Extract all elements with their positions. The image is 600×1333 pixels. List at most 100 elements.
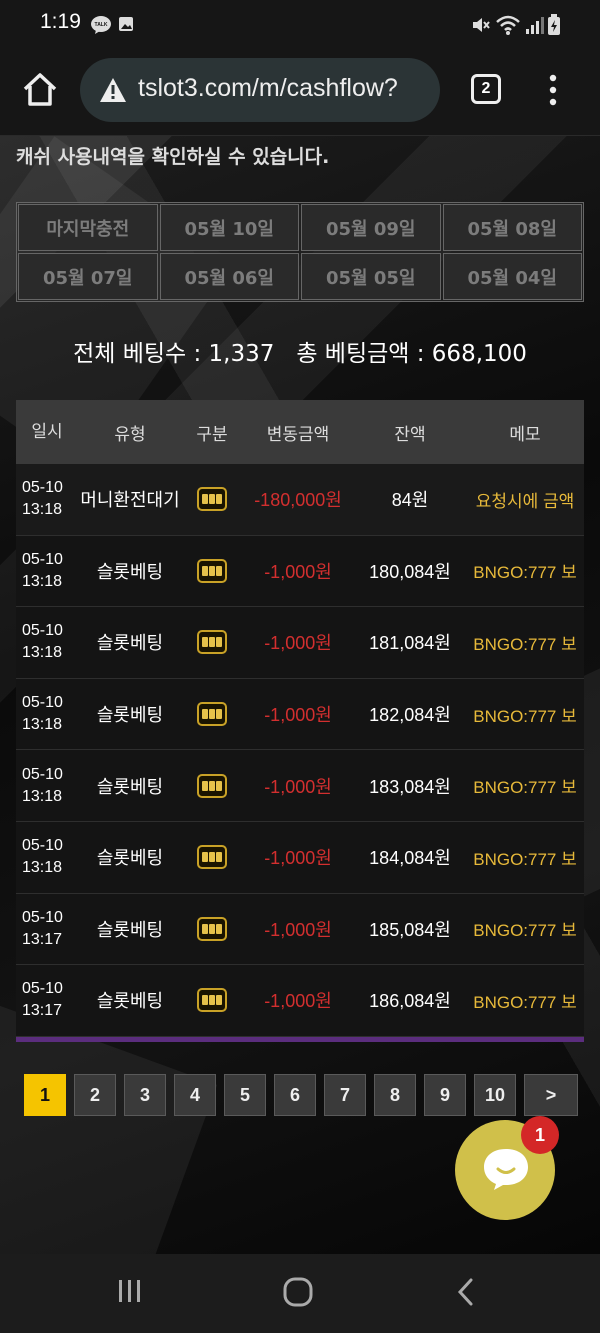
page-button-7[interactable]: 7 (324, 1074, 366, 1116)
table-row: 05-10 13:18 슬롯베팅 -1,000원 180,084원 BNGO:777 보 (16, 535, 584, 608)
row-date: 05-10 (22, 765, 63, 783)
page-notice: 캐쉬 사용내역을 확인하실 수 있습니다. (16, 146, 330, 168)
row-category (182, 988, 242, 1013)
row-datetime: 05-10 13:18 (16, 692, 78, 736)
row-time: 13:18 (22, 572, 63, 590)
date-tab[interactable]: 05월 04일 (442, 253, 582, 300)
page-button-4[interactable]: 4 (174, 1074, 216, 1116)
page-button-1[interactable]: 1 (24, 1074, 66, 1116)
row-memo: BNGO:777 보 (473, 849, 577, 869)
row-balance: 84원 (391, 490, 429, 511)
chat-button[interactable]: 1 (455, 1116, 559, 1220)
table-row: 05-10 13:18 머니환전대기 -180,000원 84원 요청시에 금액 (16, 464, 584, 536)
slot-machine-icon (197, 916, 227, 941)
table-row: 05-10 13:18 슬롯베팅 -1,000원 182,084원 BNGO:777 보 (16, 678, 584, 751)
page-button-8[interactable]: 8 (374, 1074, 416, 1116)
row-type: 슬롯베팅 (96, 705, 164, 727)
table-row: 05-10 13:18 슬롯베팅 -1,000원 183,084원 BNGO:777 보 (16, 750, 584, 822)
row-amount: -1,000원 (264, 705, 332, 726)
row-datetime: 05-10 13:18 (16, 477, 78, 521)
row-balance: 183,084원 (369, 776, 451, 797)
row-amount: -1,000원 (264, 919, 332, 940)
header-type: 유형 (114, 424, 146, 445)
row-category (182, 845, 242, 870)
home-circle-icon[interactable] (282, 1276, 314, 1308)
recent-apps-icon[interactable] (116, 1276, 144, 1308)
row-balance: 186,084원 (369, 991, 451, 1012)
warning-icon[interactable] (98, 76, 128, 104)
row-memo: BNGO:777 보 (473, 921, 577, 941)
row-amount: -1,000원 (264, 991, 332, 1012)
home-icon[interactable] (20, 70, 60, 110)
header-date: 일시 (31, 422, 63, 442)
date-tab[interactable]: 05월 09일 (301, 204, 441, 251)
row-amount: -180,000원 (254, 490, 342, 511)
next-page-button[interactable]: > (524, 1074, 578, 1116)
table-row: 05-10 13:17 슬롯베팅 -1,000원 186,084원 BNGO:777 보 (16, 965, 584, 1037)
back-icon[interactable] (454, 1276, 478, 1308)
date-tab[interactable]: 05월 06일 (159, 253, 299, 300)
image-icon (119, 17, 133, 31)
row-category (182, 487, 242, 512)
row-time: 13:18 (22, 716, 63, 734)
pagination: 1 2 3 4 5 6 7 8 9 10 > (24, 1074, 578, 1116)
header-category: 구분 (196, 424, 228, 445)
row-datetime: 05-10 13:17 (16, 907, 78, 951)
date-tab-last-charge[interactable]: 마지막충전 (18, 204, 158, 251)
row-datetime: 05-10 13:18 (16, 549, 78, 593)
wifi-icon (496, 15, 520, 35)
kakaotalk-icon: TALK (91, 16, 111, 34)
page-button-2[interactable]: 2 (74, 1074, 116, 1116)
url-text[interactable]: tslot3.com/m/cashflow? (138, 74, 428, 103)
row-memo: BNGO:777 보 (473, 706, 577, 726)
table-row: 05-10 13:18 슬롯베팅 -1,000원 181,084원 BNGO:777 보 (16, 607, 584, 679)
page-button-3[interactable]: 3 (124, 1074, 166, 1116)
row-type: 슬롯베팅 (96, 991, 164, 1013)
page-button-10[interactable]: 10 (474, 1074, 516, 1116)
row-type: 슬롯베팅 (96, 561, 164, 583)
table-row: 05-10 13:18 슬롯베팅 -1,000원 184,084원 BNGO:777 보 (16, 821, 584, 894)
slot-machine-icon (197, 845, 227, 870)
page-button-6[interactable]: 6 (274, 1074, 316, 1116)
page-button-5[interactable]: 5 (224, 1074, 266, 1116)
header-amount: 변동금액 (266, 424, 330, 445)
row-memo: BNGO:777 보 (473, 992, 577, 1012)
row-balance: 182,084원 (369, 705, 451, 726)
row-amount: -1,000원 (264, 561, 332, 582)
date-filter-grid: 마지막충전 05월 10일 05월 09일 05월 08일 05월 07일 05… (16, 202, 584, 302)
slot-machine-icon (197, 702, 227, 727)
row-date: 05-10 (22, 908, 63, 926)
slot-machine-icon (197, 630, 227, 655)
header-balance: 잔액 (394, 424, 426, 445)
row-category (182, 558, 242, 583)
row-date: 05-10 (22, 980, 63, 998)
chat-bubble-icon (484, 1149, 528, 1190)
status-bar: 1:19 TALK (0, 0, 600, 52)
row-memo: 요청시에 금액 (475, 491, 575, 511)
row-datetime: 05-10 13:18 (16, 764, 78, 808)
row-datetime: 05-10 13:18 (16, 835, 78, 879)
row-amount: -1,000원 (264, 776, 332, 797)
row-memo: BNGO:777 보 (473, 634, 577, 654)
row-date: 05-10 (22, 550, 63, 568)
row-category (182, 630, 242, 655)
date-tab[interactable]: 05월 05일 (301, 253, 441, 300)
row-datetime: 05-10 13:18 (16, 620, 78, 664)
betting-summary: 전체 베팅수 : 1,337 총 베팅금액 : 668,100 (73, 341, 527, 367)
system-nav-bar (0, 1254, 600, 1333)
row-time: 13:18 (22, 501, 63, 519)
more-vert-icon[interactable] (545, 74, 561, 106)
date-tab[interactable]: 05월 08일 (442, 204, 582, 251)
row-time: 13:17 (22, 930, 63, 948)
date-tab[interactable]: 05월 10일 (159, 204, 299, 251)
table-row: 05-10 13:17 슬롯베팅 -1,000원 185,084원 BNGO:777 보 (16, 893, 584, 966)
date-tab[interactable]: 05월 07일 (18, 253, 158, 300)
row-date: 05-10 (22, 837, 63, 855)
row-type: 슬롯베팅 (96, 633, 164, 655)
page-button-9[interactable]: 9 (424, 1074, 466, 1116)
tab-switcher-button[interactable]: 2 (471, 74, 501, 104)
row-balance: 180,084원 (369, 561, 451, 582)
signal-icon (526, 17, 544, 34)
row-datetime: 05-10 13:17 (16, 978, 78, 1022)
url-bar[interactable]: tslot3.com/m/cashflow? (80, 58, 440, 122)
